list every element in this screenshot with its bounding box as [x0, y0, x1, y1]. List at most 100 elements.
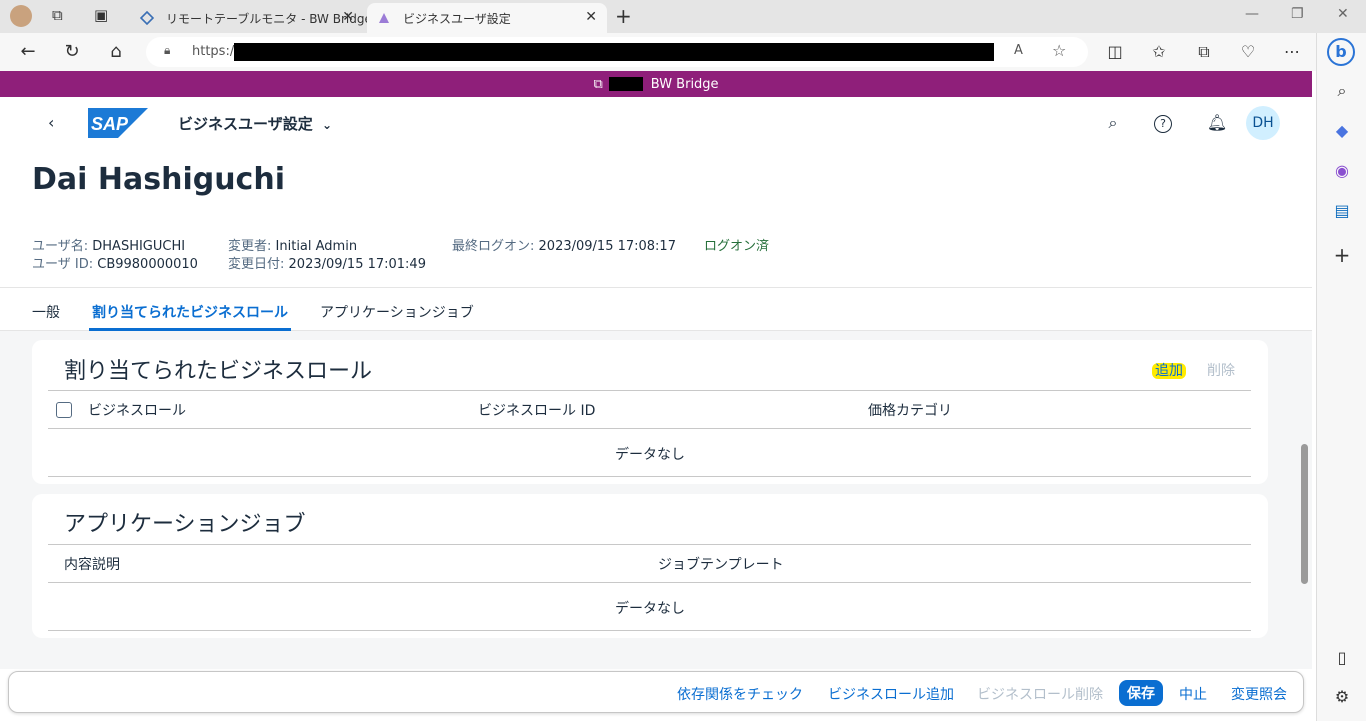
last-logon-attr: 最終ログオン: 2023/09/15 17:08:17 [452, 235, 676, 254]
app-favicon-icon [379, 13, 389, 23]
minimize-icon[interactable]: — [1245, 6, 1259, 22]
tab-application-jobs[interactable]: アプリケーションジョブ [320, 302, 474, 322]
sap-logo[interactable]: SAP [88, 108, 148, 138]
search-icon[interactable]: ⌕ [1331, 81, 1353, 103]
favorite-star-icon[interactable]: ☆ [1052, 41, 1066, 60]
new-tab-icon[interactable]: + [615, 4, 632, 28]
logon-status: ログオン済 [704, 239, 770, 254]
no-data-text: データなし [615, 447, 685, 463]
app-title: ビジネスユーザ設定 [178, 115, 313, 133]
user-id-attr: ユーザ ID: CB9980000010 [32, 253, 198, 272]
chevron-down-icon: ⌄ [321, 118, 332, 132]
changed-by-value: Initial Admin [275, 239, 358, 254]
url-text: https:/ [192, 44, 235, 59]
browser-tab-remote-table-monitor[interactable]: リモートテーブルモニタ - BW Bridge (S ✕ [130, 3, 388, 33]
add-business-role-button[interactable]: ビジネスロール追加 [828, 684, 954, 704]
settings-gear-icon[interactable]: ⚙ [1331, 687, 1353, 709]
add-sidebar-app-icon[interactable]: + [1331, 243, 1353, 267]
check-dependencies-button[interactable]: 依存関係をチェック [677, 684, 803, 704]
collections-icon[interactable]: ⧉ [1193, 42, 1215, 62]
column-header-price-category: 価格カテゴリ [868, 403, 952, 419]
page-title: Dai Hashiguchi [32, 162, 285, 197]
delete-business-role-button[interactable]: ビジネスロール削除 [977, 684, 1103, 704]
scrollbar-thumb[interactable] [1301, 444, 1308, 584]
outlook-icon[interactable]: ▤ [1331, 201, 1353, 223]
app-title-menu[interactable]: ビジネスユーザ設定 ⌄ [178, 113, 332, 134]
home-icon[interactable]: ⌂ [104, 41, 128, 62]
user-name-attr: ユーザ名: DHASHIGUCHI [32, 235, 185, 254]
restore-icon[interactable]: ❐ [1291, 6, 1304, 22]
changed-by-attr: 変更者: Initial Admin [228, 235, 357, 254]
divider [48, 476, 1251, 477]
changed-by-label: 変更者: [228, 239, 272, 254]
assigned-roles-card: 割り当てられたビジネスロール 追加 削除 ビジネスロール ビジネスロール ID … [32, 340, 1268, 484]
system-banner-label: BW Bridge [650, 76, 719, 92]
delete-role-button[interactable]: 削除 [1207, 360, 1235, 380]
section-title: 割り当てられたビジネスロール [64, 359, 373, 384]
split-screen-icon[interactable]: ◫ [1104, 42, 1126, 61]
changed-on-value: 2023/09/15 17:01:49 [288, 257, 426, 272]
office-icon[interactable]: ◉ [1331, 161, 1353, 183]
browser-toolbar: ← ↻ ⌂ 🔒︎ https:/ A ☆ ◫ ✩ ⧉ ♡ ⋯ [0, 33, 1366, 71]
search-icon[interactable]: ⌕ [1102, 113, 1124, 135]
shell-bar: ‹ SAP ビジネスユーザ設定 ⌄ ⌕ ? 🔔︎ DH [0, 97, 1312, 151]
add-label: 追加 [1152, 363, 1186, 379]
back-icon[interactable]: ← [16, 41, 40, 62]
add-role-button[interactable]: 追加 [1152, 360, 1186, 380]
system-banner: ⧉ BW Bridge [0, 71, 1312, 97]
column-header-role: ビジネスロール [88, 403, 186, 419]
divider [48, 582, 1251, 583]
tab-label: ビジネスユーザ設定 [403, 11, 511, 26]
last-logon-value: 2023/09/15 17:08:17 [538, 239, 676, 254]
refresh-icon[interactable]: ↻ [60, 41, 84, 62]
browser-tab-bar: ⧉ ▣ リモートテーブルモニタ - BW Bridge (S ✕ ビジネスユーザ… [0, 0, 1366, 33]
changed-on-attr: 変更日付: 2023/09/15 17:01:49 [228, 253, 426, 272]
divider [48, 544, 1251, 545]
column-header-job-template: ジョブテンプレート [658, 557, 784, 573]
close-tab-icon[interactable]: ✕ [342, 9, 354, 25]
close-tab-icon[interactable]: ✕ [585, 9, 597, 25]
changed-on-label: 変更日付: [228, 257, 285, 272]
select-all-checkbox[interactable] [56, 402, 72, 418]
browser-tab-business-user[interactable]: ビジネスユーザ設定 ✕ [367, 3, 607, 33]
last-logon-label: 最終ログオン: [452, 239, 535, 254]
user-avatar[interactable]: DH [1246, 106, 1280, 140]
help-icon[interactable]: ? [1154, 115, 1172, 133]
user-id-value: CB9980000010 [97, 257, 198, 272]
browser-essentials-icon[interactable]: ♡ [1237, 42, 1259, 61]
sidebar-toggle-icon[interactable]: ▯ [1331, 648, 1353, 670]
notifications-bell-icon[interactable]: 🔔︎ [1206, 113, 1228, 135]
favorites-icon[interactable]: ✩ [1148, 42, 1170, 61]
tab-actions-icon[interactable]: ▣ [94, 6, 108, 24]
save-button[interactable]: 保存 [1119, 680, 1163, 706]
edge-sidebar: b ⌕ ◆ ◉ ▤ + ▯ ⚙ [1316, 33, 1366, 721]
tab-label: リモートテーブルモニタ - BW Bridge (S [166, 11, 388, 26]
workspaces-icon[interactable]: ⧉ [52, 6, 63, 24]
column-header-description: 内容説明 [64, 557, 120, 573]
column-header-role-id: ビジネスロール ID [478, 403, 596, 419]
read-aloud-icon[interactable]: A [1014, 43, 1023, 58]
section-title: アプリケーションジョブ [64, 512, 306, 537]
cancel-button[interactable]: 中止 [1179, 684, 1207, 704]
tab-assigned-roles[interactable]: 割り当てられたビジネスロール [92, 302, 288, 322]
divider [48, 390, 1251, 391]
address-bar[interactable]: 🔒︎ https:/ A ☆ [146, 37, 1088, 67]
no-data-text: データなし [615, 601, 685, 617]
shopping-tag-icon[interactable]: ◆ [1331, 121, 1353, 143]
more-menu-icon[interactable]: ⋯ [1281, 42, 1303, 61]
footer-toolbar: 依存関係をチェック ビジネスロール追加 ビジネスロール削除 保存 中止 変更照会 [8, 671, 1304, 713]
profile-avatar-icon[interactable] [10, 5, 32, 27]
change-document-button[interactable]: 変更照会 [1231, 684, 1287, 704]
close-window-icon[interactable]: ✕ [1337, 6, 1349, 22]
bing-chat-icon[interactable]: b [1327, 38, 1355, 66]
user-name-label: ユーザ名: [32, 239, 89, 254]
sap-diamond-icon [140, 11, 154, 25]
back-nav-icon[interactable]: ‹ [48, 113, 54, 132]
tab-general[interactable]: 一般 [32, 302, 60, 322]
system-icon: ⧉ [593, 76, 603, 92]
section-tabs: 一般 割り当てられたビジネスロール アプリケーションジョブ [0, 287, 1312, 331]
redacted-url [234, 43, 994, 61]
user-name-value: DHASHIGUCHI [92, 239, 186, 254]
user-id-label: ユーザ ID: [32, 257, 94, 272]
divider [48, 428, 1251, 429]
